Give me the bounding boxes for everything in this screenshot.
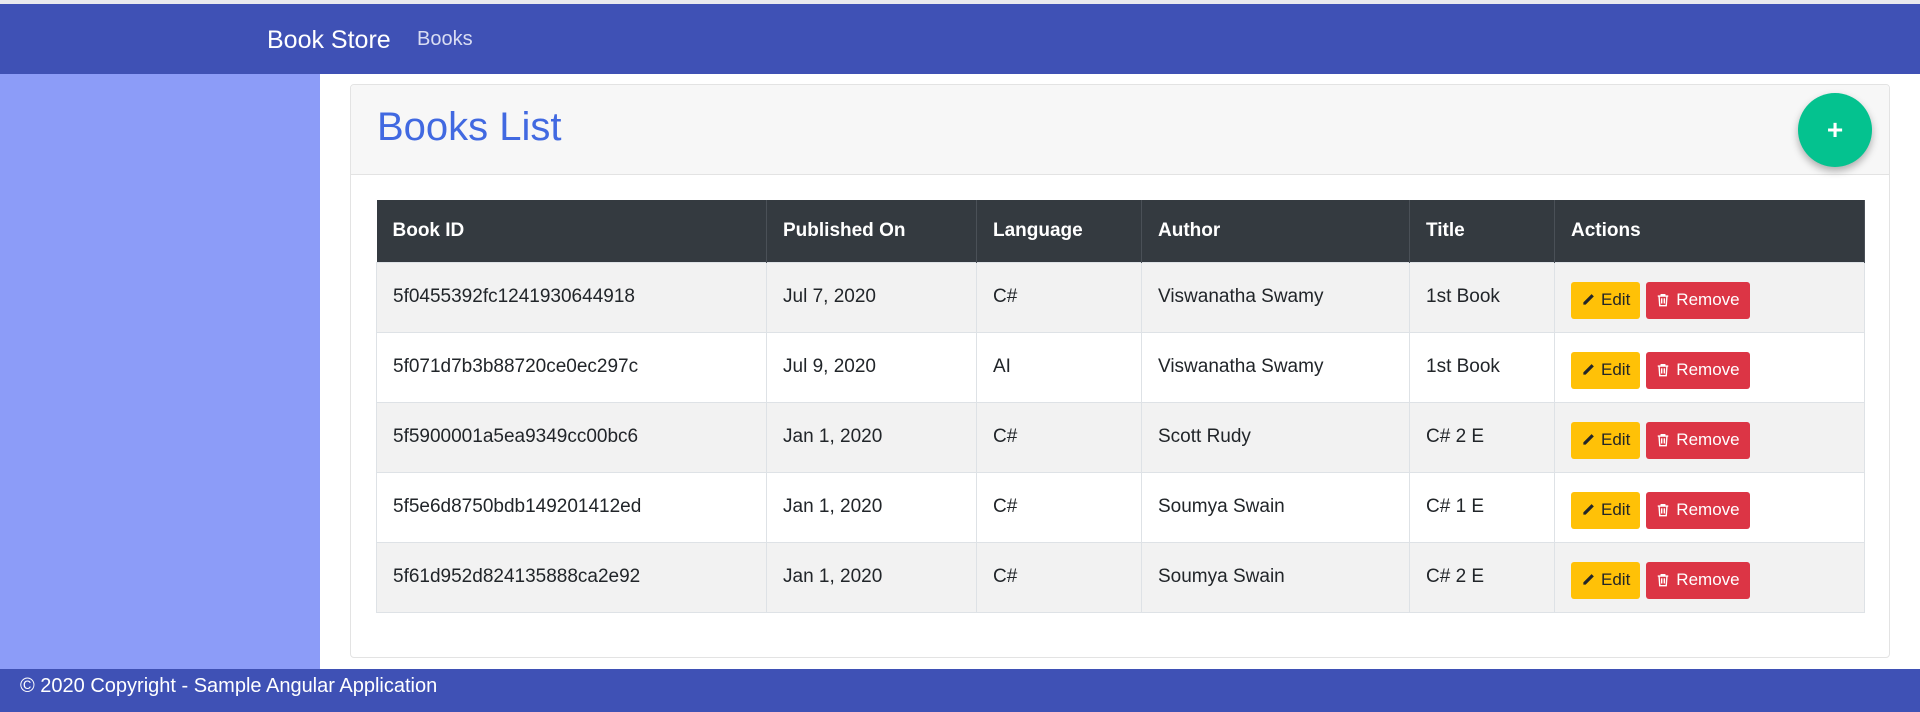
pencil-icon <box>1581 293 1595 307</box>
column-header-language: Language <box>976 200 1142 262</box>
pencil-icon <box>1581 363 1595 377</box>
cell-language: C# <box>976 401 1142 473</box>
trash-icon <box>1656 293 1670 307</box>
remove-label: Remove <box>1676 570 1740 589</box>
header-row: Book ID Published On Language Author Tit… <box>376 200 1865 262</box>
cell-title: C# 1 E <box>1409 471 1555 543</box>
edit-button[interactable]: Edit <box>1571 561 1641 599</box>
remove-label: Remove <box>1676 500 1740 519</box>
cell-language: C# <box>976 261 1142 333</box>
brand-link[interactable]: Book Store <box>267 26 391 55</box>
plus-icon: + <box>1826 114 1844 145</box>
sidebar <box>0 74 320 669</box>
column-header-title: Title <box>1409 200 1555 262</box>
pencil-icon <box>1581 503 1595 517</box>
edit-button[interactable]: Edit <box>1571 351 1641 389</box>
cell-language: C# <box>976 471 1142 543</box>
table-row: 5f0455392fc1241930644918 Jul 7, 2020 C# Vis… <box>376 261 1865 333</box>
edit-label: Edit <box>1601 570 1631 589</box>
remove-button[interactable]: Remove <box>1646 561 1750 599</box>
cell-author: Viswanatha Swamy <box>1141 331 1410 403</box>
cell-actions: Edit Remove <box>1554 331 1865 403</box>
cell-author: Viswanatha Swamy <box>1141 261 1410 333</box>
footer-copyright: © 2020 Copyright - Sample Angular Applic… <box>20 675 438 697</box>
cell-title: C# 2 E <box>1409 541 1555 613</box>
books-table: Book ID Published On Language Author Tit… <box>376 200 1865 613</box>
pencil-icon <box>1581 433 1595 447</box>
pencil-icon <box>1581 573 1595 587</box>
edit-label: Edit <box>1601 500 1631 519</box>
cell-language: AI <box>976 331 1142 403</box>
cell-actions: Edit Remove <box>1554 541 1865 613</box>
table-row: 5f5900001a5ea9349cc00bc6 Jan 1, 2020 C# Sco… <box>376 401 1865 473</box>
cell-published-on: Jan 1, 2020 <box>766 401 977 473</box>
edit-label: Edit <box>1601 430 1631 449</box>
edit-label: Edit <box>1601 360 1631 379</box>
cell-published-on: Jan 1, 2020 <box>766 471 977 543</box>
card-header: Books List + <box>351 85 1889 175</box>
page-title: Books List <box>377 105 562 149</box>
cell-book-id: 5f071d7b3b88720ce0ec297c <box>376 331 767 403</box>
cell-book-id: 5f61d952d824135888ca2e92 <box>376 541 767 613</box>
trash-icon <box>1656 363 1670 377</box>
cell-book-id: 5f0455392fc1241930644918 <box>376 261 767 333</box>
edit-button[interactable]: Edit <box>1571 491 1641 529</box>
cell-title: 1st Book <box>1409 261 1555 333</box>
books-table-container: Book ID Published On Language Author Tit… <box>376 200 1865 613</box>
trash-icon <box>1656 503 1670 517</box>
cell-published-on: Jul 9, 2020 <box>766 331 977 403</box>
cell-language: C# <box>976 541 1142 613</box>
remove-label: Remove <box>1676 430 1740 449</box>
remove-label: Remove <box>1676 360 1740 379</box>
table-row: 5f61d952d824135888ca2e92 Jan 1, 2020 C# Sou… <box>376 541 1865 613</box>
cell-actions: Edit Remove <box>1554 471 1865 543</box>
table-body: 5f0455392fc1241930644918 Jul 7, 2020 C# Vis… <box>376 261 1865 613</box>
trash-icon <box>1656 433 1670 447</box>
cell-published-on: Jul 7, 2020 <box>766 261 977 333</box>
edit-label: Edit <box>1601 290 1631 309</box>
column-header-actions: Actions <box>1554 200 1865 262</box>
cell-actions: Edit Remove <box>1554 401 1865 473</box>
books-card: Books List + Book ID Published On Langua… <box>350 84 1890 658</box>
cell-title: C# 2 E <box>1409 401 1555 473</box>
nav-link-books[interactable]: Books <box>417 28 473 51</box>
cell-book-id: 5f5e6d8750bdb149201412ed <box>376 471 767 543</box>
edit-button[interactable]: Edit <box>1571 281 1641 319</box>
edit-button[interactable]: Edit <box>1571 421 1641 459</box>
cell-published-on: Jan 1, 2020 <box>766 541 977 613</box>
trash-icon <box>1656 573 1670 587</box>
cell-book-id: 5f5900001a5ea9349cc00bc6 <box>376 401 767 473</box>
remove-button[interactable]: Remove <box>1646 281 1750 319</box>
table-header: Book ID Published On Language Author Tit… <box>376 200 1865 262</box>
remove-label: Remove <box>1676 290 1740 309</box>
cell-actions: Edit Remove <box>1554 261 1865 333</box>
cell-author: Soumya Swain <box>1141 541 1410 613</box>
column-header-author: Author <box>1141 200 1410 262</box>
cell-author: Scott Rudy <box>1141 401 1410 473</box>
remove-button[interactable]: Remove <box>1646 351 1750 389</box>
cell-author: Soumya Swain <box>1141 471 1410 543</box>
footer: © 2020 Copyright - Sample Angular Applic… <box>0 669 1920 712</box>
remove-button[interactable]: Remove <box>1646 421 1750 459</box>
column-header-book-id: Book ID <box>376 200 767 262</box>
cell-title: 1st Book <box>1409 331 1555 403</box>
table-row: 5f071d7b3b88720ce0ec297c Jul 9, 2020 AI Vis… <box>376 331 1865 403</box>
navbar: Book Store Books <box>0 4 1920 74</box>
add-book-button[interactable]: + <box>1798 93 1872 167</box>
remove-button[interactable]: Remove <box>1646 491 1750 529</box>
column-header-published-on: Published On <box>766 200 977 262</box>
table-row: 5f5e6d8750bdb149201412ed Jan 1, 2020 C# Sou… <box>376 471 1865 543</box>
